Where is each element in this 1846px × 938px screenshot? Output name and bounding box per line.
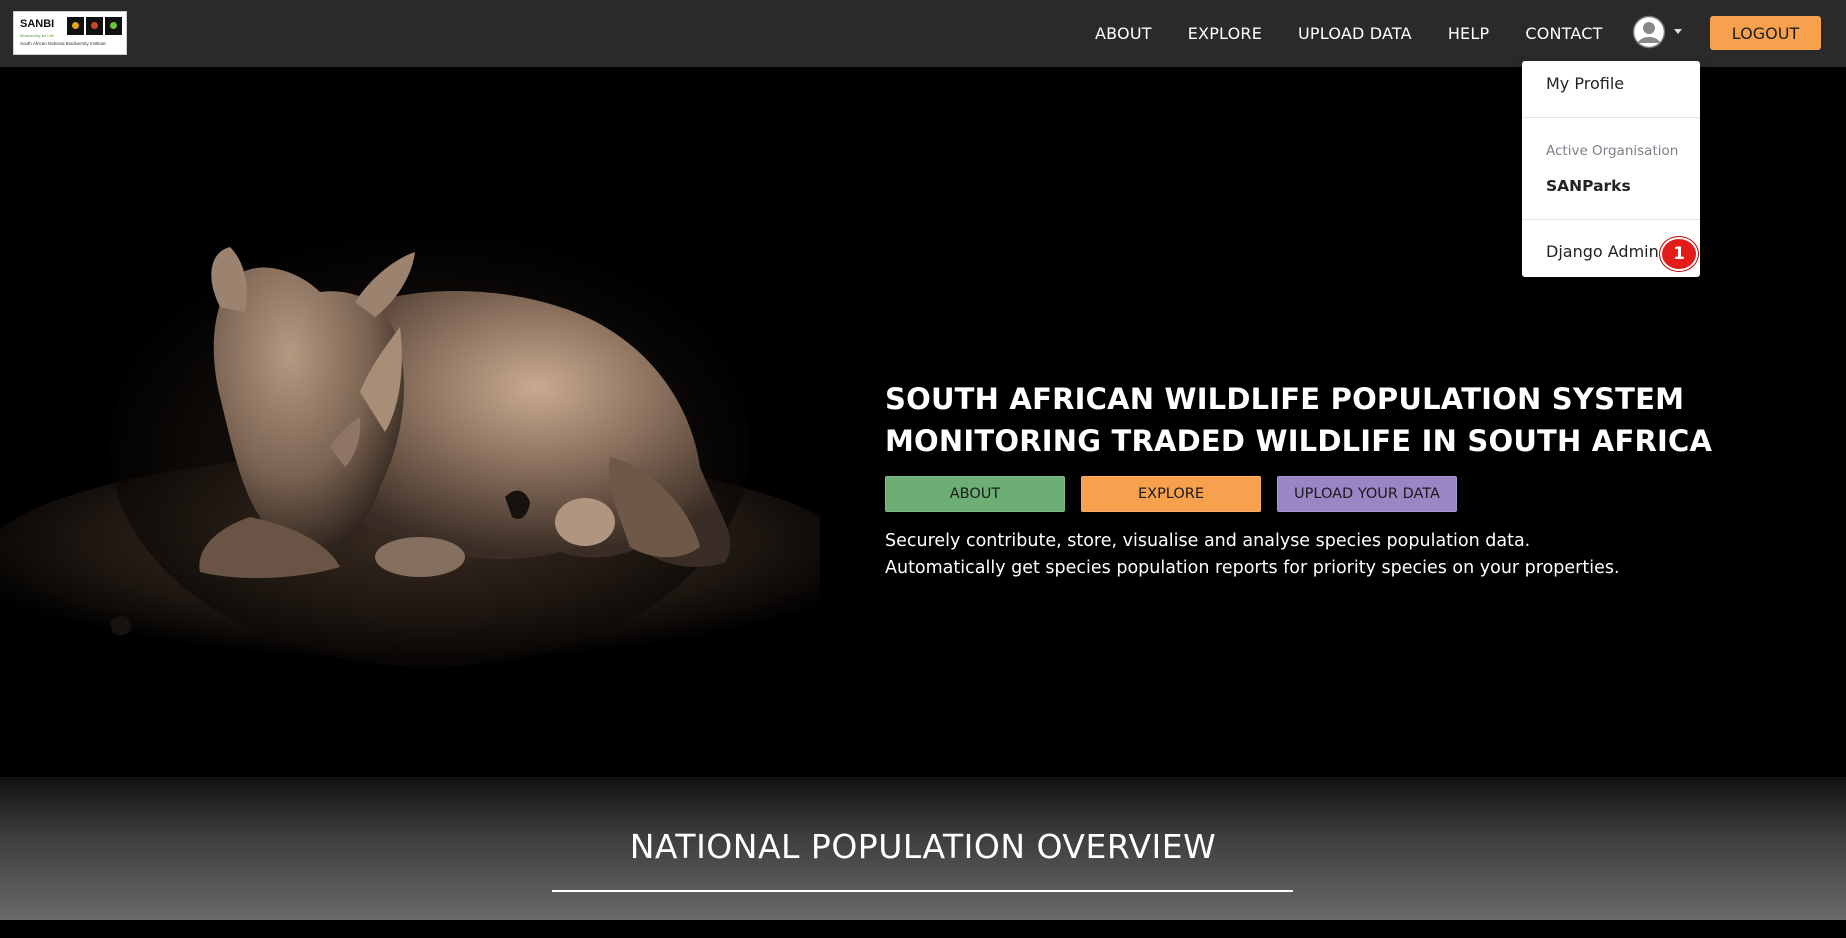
hero-explore-button[interactable]: EXPLORE <box>1081 476 1261 512</box>
logo-tile-icon <box>86 17 103 35</box>
hero-desc-line2: Automatically get species population rep… <box>885 558 1620 578</box>
user-circle-icon <box>1632 15 1666 49</box>
logo-tile-icon <box>67 17 84 35</box>
navbar: SANBI Biodiversity for Life South Africa… <box>0 0 1846 67</box>
logo-tiles <box>67 17 122 35</box>
hero-desc-line1: Securely contribute, store, visualise an… <box>885 531 1531 551</box>
chevron-down-icon <box>1674 29 1682 34</box>
logo-name: SANBI <box>20 18 55 30</box>
logo-tagline: Biodiversity for Life <box>20 33 54 38</box>
notification-badge: 1 <box>1660 237 1698 271</box>
overview-title: NATIONAL POPULATION OVERVIEW <box>629 827 1217 866</box>
my-profile-link[interactable]: My Profile <box>1546 74 1624 93</box>
hero-about-button[interactable]: ABOUT <box>885 476 1065 512</box>
nav-contact[interactable]: CONTACT <box>1525 24 1602 43</box>
nav-explore[interactable]: EXPLORE <box>1188 24 1262 43</box>
logout-button[interactable]: LOGOUT <box>1710 16 1821 50</box>
dropdown-divider <box>1522 219 1700 220</box>
nav-help[interactable]: HELP <box>1448 24 1490 43</box>
nav-links: ABOUT EXPLORE UPLOAD DATA HELP CONTACT <box>1095 0 1603 67</box>
logo-tile-icon <box>105 17 122 35</box>
sanbi-logo[interactable]: SANBI Biodiversity for Life South Africa… <box>13 11 127 55</box>
active-org-value[interactable]: SANParks <box>1546 177 1631 195</box>
overview-divider <box>552 890 1293 892</box>
bottom-strip <box>0 920 1846 938</box>
nav-about[interactable]: ABOUT <box>1095 24 1152 43</box>
hero-title-line2: MONITORING TRADED WILDLIFE IN SOUTH AFRI… <box>885 424 1713 458</box>
nav-upload-data[interactable]: UPLOAD DATA <box>1298 24 1412 43</box>
profile-menu-toggle[interactable] <box>1632 15 1686 51</box>
hero-title: SOUTH AFRICAN WILDLIFE POPULATION SYSTEM… <box>885 378 1712 462</box>
hero-upload-data-button[interactable]: UPLOAD YOUR DATA <box>1277 476 1457 512</box>
logo-institute: South African National Biodiversity Inst… <box>20 41 106 46</box>
hero-description: Securely contribute, store, visualise an… <box>885 528 1620 582</box>
rhino-photo <box>0 217 860 707</box>
active-org-label: Active Organisation <box>1546 143 1679 159</box>
hero-title-line1: SOUTH AFRICAN WILDLIFE POPULATION SYSTEM <box>885 382 1685 416</box>
django-admin-link[interactable]: Django Admin <box>1546 242 1659 261</box>
overview-section: NATIONAL POPULATION OVERVIEW <box>0 777 1846 920</box>
dropdown-divider <box>1522 117 1700 118</box>
